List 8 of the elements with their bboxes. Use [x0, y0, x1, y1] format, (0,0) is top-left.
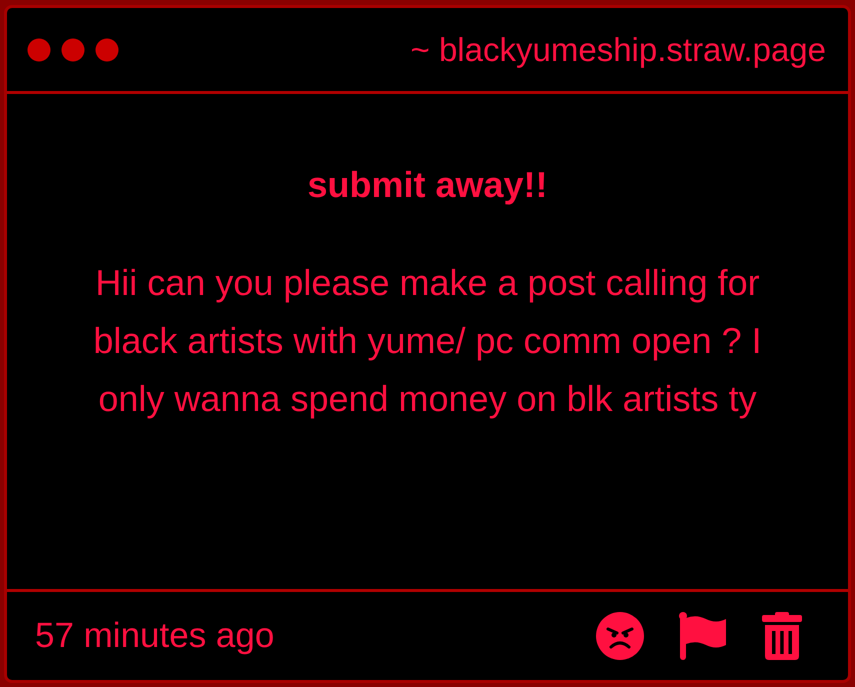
flag-icon[interactable] — [678, 612, 728, 660]
timestamp: 57 minutes ago — [35, 616, 274, 656]
angry-face-icon[interactable] — [596, 612, 644, 660]
site-url: ~ blackyumeship.straw.page — [410, 30, 826, 68]
post-title: submit away!! — [307, 164, 548, 206]
message-text: Hii can you please make a post calling for black artists with yume/ pc comm open ? I only wanna spend money on blk artists ty — [92, 261, 763, 421]
window-dots-icon — [27, 38, 119, 62]
trash-icon[interactable] — [762, 612, 802, 660]
